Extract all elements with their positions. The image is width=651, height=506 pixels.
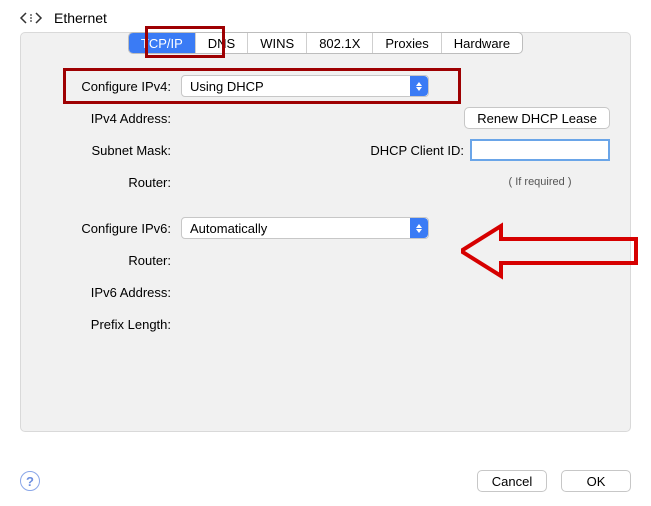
tab-8021x[interactable]: 802.1X — [307, 33, 373, 53]
label-subnet-mask: Subnet Mask: — [41, 143, 181, 158]
tab-bar: TCP/IP DNS WINS 802.1X Proxies Hardware — [128, 32, 523, 54]
label-configure-ipv6: Configure IPv6: — [41, 221, 181, 236]
select-configure-ipv4-value: Using DHCP — [190, 79, 264, 94]
tab-tcpip[interactable]: TCP/IP — [129, 33, 196, 53]
ok-button[interactable]: OK — [561, 470, 631, 492]
select-configure-ipv4[interactable]: Using DHCP — [181, 75, 429, 97]
select-configure-ipv6-value: Automatically — [190, 221, 267, 236]
chevrons-icon — [410, 76, 428, 96]
page-title: Ethernet — [54, 10, 107, 26]
tab-hardware[interactable]: Hardware — [442, 33, 522, 53]
label-router: Router: — [41, 175, 181, 190]
label-dhcp-client-id: DHCP Client ID: — [370, 143, 464, 158]
tab-wins[interactable]: WINS — [248, 33, 307, 53]
label-prefix-length: Prefix Length: — [41, 317, 181, 332]
back-forward-icon[interactable] — [18, 11, 44, 25]
label-router-ipv6: Router: — [41, 253, 181, 268]
tab-dns[interactable]: DNS — [196, 33, 248, 53]
cancel-button[interactable]: Cancel — [477, 470, 547, 492]
input-dhcp-client-id[interactable] — [470, 139, 610, 161]
settings-panel: TCP/IP DNS WINS 802.1X Proxies Hardware … — [20, 32, 631, 432]
help-icon[interactable]: ? — [20, 471, 40, 491]
chevrons-icon — [410, 218, 428, 238]
label-ipv6-address: IPv6 Address: — [41, 285, 181, 300]
select-configure-ipv6[interactable]: Automatically — [181, 217, 429, 239]
hint-if-required: ( If required ) — [470, 176, 610, 188]
tab-proxies[interactable]: Proxies — [373, 33, 441, 53]
label-configure-ipv4: Configure IPv4: — [41, 79, 181, 94]
label-ipv4-address: IPv4 Address: — [41, 111, 181, 126]
renew-dhcp-button[interactable]: Renew DHCP Lease — [464, 107, 610, 129]
